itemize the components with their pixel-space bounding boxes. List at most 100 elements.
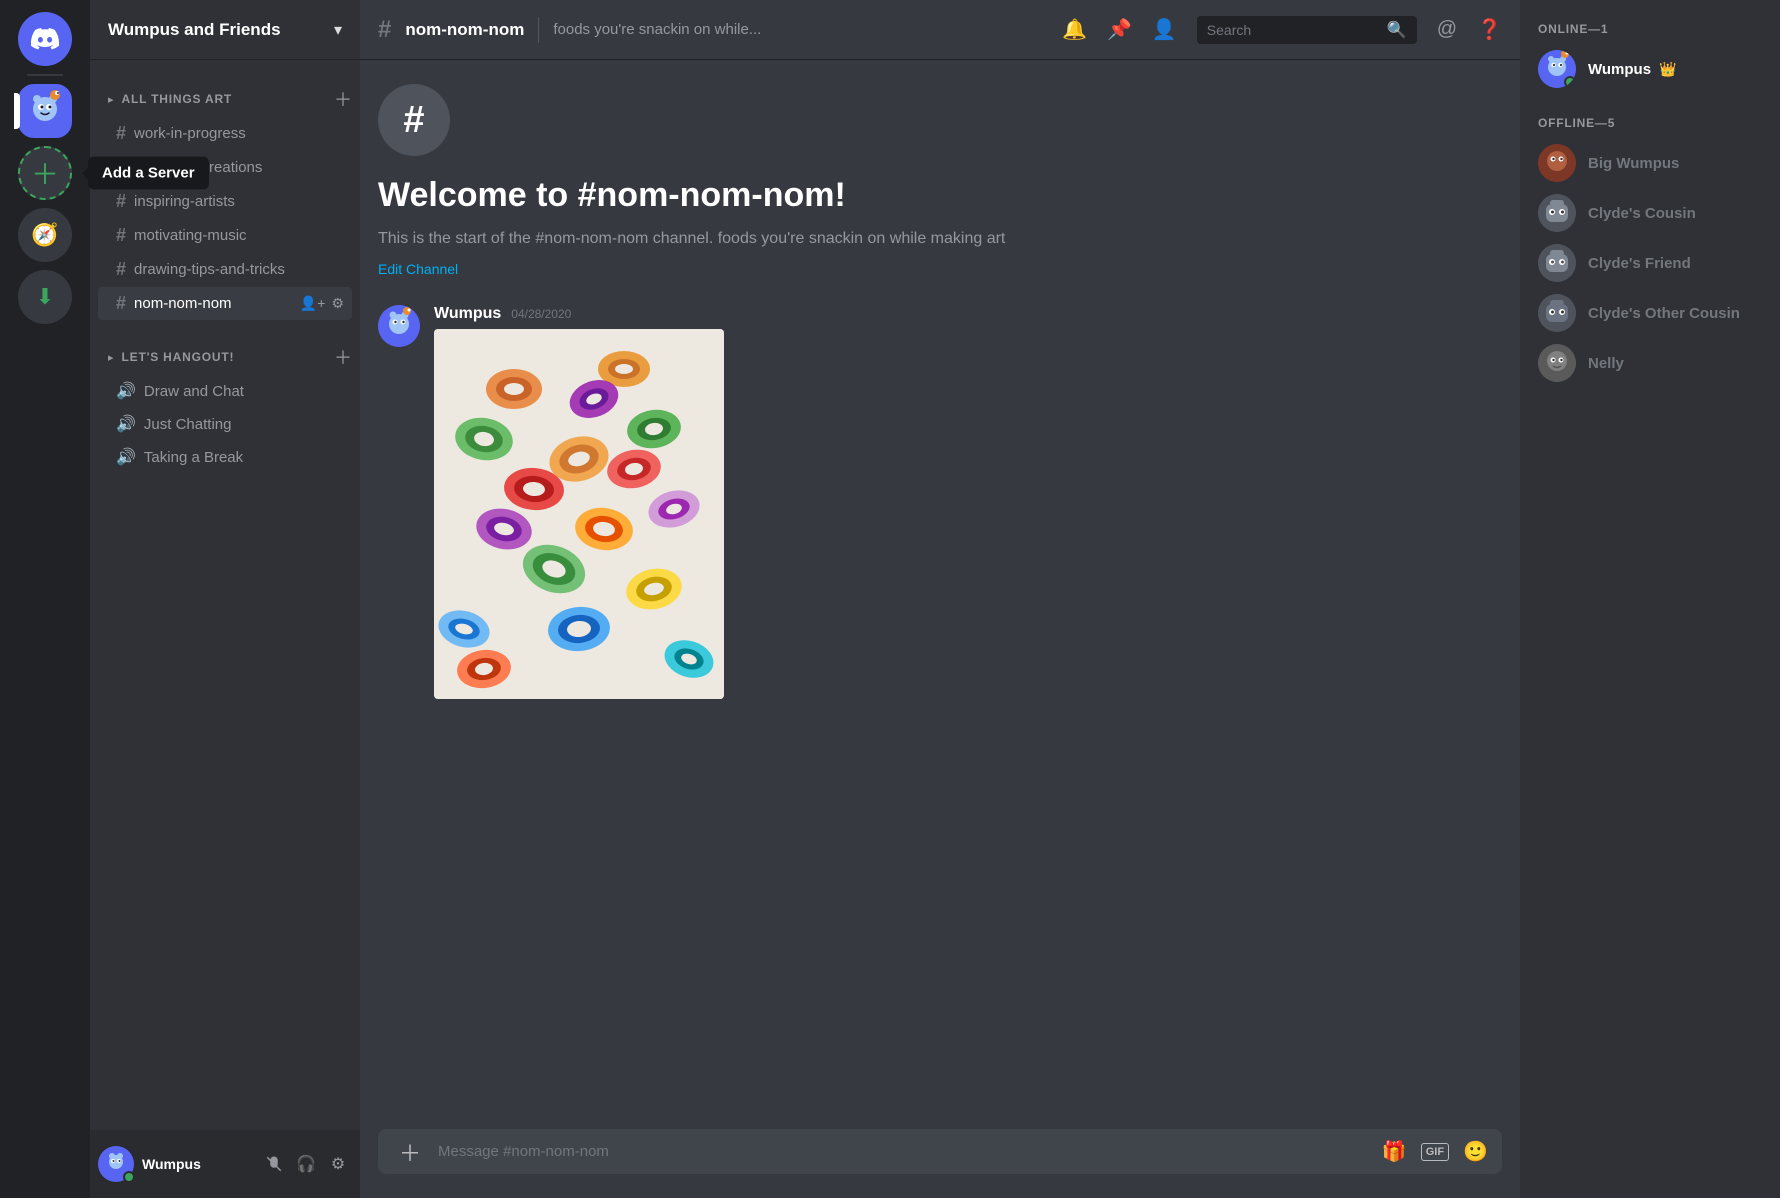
search-input[interactable] [1207,22,1379,38]
category-art[interactable]: ▸ ALL THINGS ART ＋ [90,70,360,116]
help-icon[interactable]: ❓ [1477,17,1502,42]
compass-icon: 🧭 [31,222,58,248]
settings-button[interactable]: ⚙ [324,1150,352,1178]
message-input-area: ＋ 🎁 GIF 🙂 [360,1129,1520,1198]
crown-icon: 👑 [1659,61,1676,77]
channel-sidebar: Wumpus and Friends ▾ ▸ ALL THINGS ART ＋ … [90,0,360,1198]
member-nelly[interactable]: Nelly [1530,338,1770,388]
settings-icon[interactable]: ⚙ [331,295,344,312]
channel-motivating-music[interactable]: # motivating-music [98,219,352,252]
message-author-avatar[interactable] [378,305,420,347]
server-divider [27,74,63,76]
message-image[interactable] [434,329,724,699]
header-icons: 🔔 📌 👤 🔍 @ ❓ [1062,16,1502,44]
member-avatar [1538,144,1576,182]
search-box: 🔍 [1197,16,1417,44]
channel-inspiring-artists[interactable]: # inspiring-artists [98,185,352,218]
member-avatar [1538,244,1576,282]
channel-drawing-tips[interactable]: # drawing-tips-and-tricks [98,253,352,286]
gift-icon[interactable]: 🎁 [1382,1139,1407,1164]
user-info: Wumpus [142,1156,252,1172]
channel-work-in-progress[interactable]: # work-in-progress [98,117,352,150]
add-server-button[interactable]: ＋ [18,146,72,200]
channel-action-icons: 👤+ ⚙ [300,295,344,312]
member-wumpus[interactable]: Wumpus 👑 [1530,44,1770,94]
server-name: Wumpus and Friends [108,20,281,40]
channel-name: inspiring-artists [134,193,344,210]
member-name: Big Wumpus [1588,155,1679,172]
voice-channel-draw-chat[interactable]: 🔊 Draw and Chat [98,375,352,407]
hash-icon: # [116,259,126,280]
wumpus-server-icon[interactable] [18,84,72,138]
emoji-icon[interactable]: 🙂 [1463,1139,1488,1164]
channel-header-name: nom-nom-nom [405,20,524,40]
pin-icon[interactable]: 📌 [1107,17,1132,42]
welcome-description: This is the start of the #nom-nom-nom ch… [378,227,1502,251]
gif-button[interactable]: GIF [1421,1143,1449,1161]
speaker-icon: 🔊 [116,447,136,467]
at-icon[interactable]: @ [1437,18,1457,41]
attachment-button[interactable]: ＋ [392,1136,428,1168]
mute-button[interactable] [260,1150,288,1178]
hash-icon: # [116,157,126,178]
add-voice-channel-button[interactable]: ＋ [334,344,352,370]
message-input-box: ＋ 🎁 GIF 🙂 [378,1129,1502,1174]
message-timestamp: 04/28/2020 [511,307,571,321]
member-clydes-cousin[interactable]: Clyde's Cousin [1530,188,1770,238]
channel-post-your-creations[interactable]: # post-your-creations [98,151,352,184]
voice-channel-name: Taking a Break [144,449,344,466]
member-name: Nelly [1588,355,1624,372]
channel-name: nom-nom-nom [134,295,300,312]
current-user-name: Wumpus [142,1156,252,1172]
add-channel-button[interactable]: ＋ [334,86,352,112]
member-avatar [1538,344,1576,382]
members-sidebar: ONLINE—1 Wumpus 👑 OFFLINE—5 [1520,0,1780,1198]
messages-area: # Welcome to #nom-nom-nom! This is the s… [360,60,1520,1129]
discord-home-button[interactable] [18,12,72,66]
user-avatar [98,1146,134,1182]
member-avatar [1538,50,1576,88]
download-icon: ⬇ [36,284,54,310]
invite-icon[interactable]: 👤+ [300,295,326,312]
member-clydes-friend[interactable]: Clyde's Friend [1530,238,1770,288]
welcome-hash-icon: # [378,84,450,156]
voice-channel-taking-break[interactable]: 🔊 Taking a Break [98,441,352,473]
hash-icon: # [116,123,126,144]
category-art-label: ALL THINGS ART [122,92,233,106]
channel-name: motivating-music [134,227,344,244]
category-hangout-label: LET'S HANGOUT! [122,350,235,364]
speaker-icon: 🔊 [116,381,136,401]
member-clydes-other-cousin[interactable]: Clyde's Other Cousin [1530,288,1770,338]
edit-channel-link[interactable]: Edit Channel [378,261,1502,277]
channel-name: work-in-progress [134,125,344,142]
category-arrow-icon: ▸ [108,351,114,364]
message-input[interactable] [438,1129,1372,1174]
member-big-wumpus[interactable]: Big Wumpus [1530,138,1770,188]
header-divider [538,17,539,43]
bell-icon[interactable]: 🔔 [1062,17,1087,42]
member-avatar [1538,294,1576,332]
explore-servers-button[interactable]: 🧭 [18,208,72,262]
server-sidebar: ＋ Add a Server 🧭 ⬇ [0,0,90,1198]
message-group: Wumpus 04/28/2020 [378,297,1502,707]
channel-welcome: # Welcome to #nom-nom-nom! This is the s… [378,60,1502,297]
headset-button[interactable]: 🎧 [292,1150,320,1178]
channel-nom-nom-nom[interactable]: # nom-nom-nom 👤+ ⚙ [98,287,352,320]
speaker-icon: 🔊 [116,414,136,434]
server-header[interactable]: Wumpus and Friends ▾ [90,0,360,60]
voice-channel-just-chatting[interactable]: 🔊 Just Chatting [98,408,352,440]
member-name: Wumpus 👑 [1588,61,1677,78]
online-section-header: ONLINE—1 [1530,16,1770,44]
plus-icon: ＋ [31,153,59,193]
category-hangout[interactable]: ▸ LET'S HANGOUT! ＋ [90,328,360,374]
member-status-dot [1564,76,1576,88]
server-chevron-icon: ▾ [334,20,342,40]
download-button[interactable]: ⬇ [18,270,72,324]
user-status-online-indicator [123,1171,135,1183]
search-icon: 🔍 [1387,20,1407,40]
message-body: Wumpus 04/28/2020 [434,305,1502,699]
offline-section-header: OFFLINE—5 [1530,110,1770,138]
add-server-wrapper: ＋ Add a Server [18,146,72,200]
members-icon[interactable]: 👤 [1152,17,1177,42]
member-avatar [1538,194,1576,232]
